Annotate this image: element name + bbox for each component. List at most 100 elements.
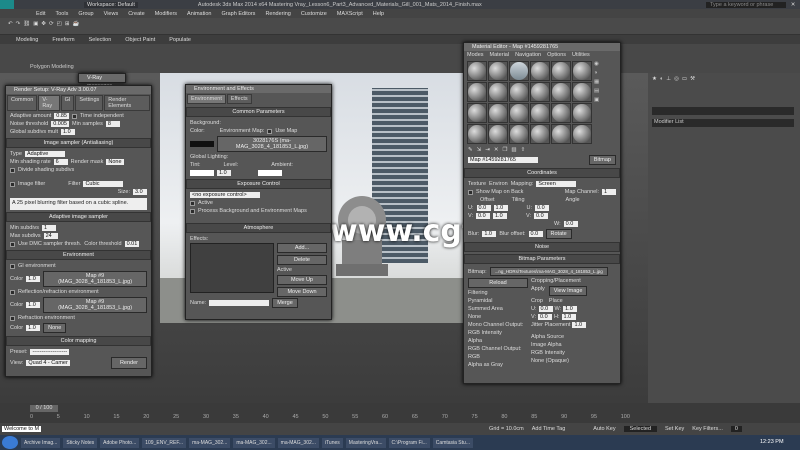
menu-item-help[interactable]: Help xyxy=(373,11,384,17)
color-mapping-section[interactable]: Color mapping xyxy=(6,336,151,346)
rotate-icon[interactable]: ⟳ xyxy=(49,21,54,27)
material-slot[interactable] xyxy=(572,82,592,102)
backlight-icon[interactable]: ◑ xyxy=(594,70,599,76)
exposure-select[interactable]: <no exposure control> xyxy=(190,192,260,198)
modify-tab-icon[interactable]: ◐ xyxy=(660,76,663,82)
min-subdivs-input[interactable]: 1 xyxy=(42,225,57,231)
divide-shading-checkbox[interactable] xyxy=(10,167,15,173)
filter-select[interactable]: Cubic xyxy=(83,181,124,187)
material-slot[interactable] xyxy=(488,82,508,102)
material-slot[interactable] xyxy=(530,82,550,102)
crop-radio[interactable]: Crop xyxy=(531,298,543,304)
global-subdivs-input[interactable]: 1.0 xyxy=(61,129,75,135)
frame-input[interactable]: 0 xyxy=(730,426,742,432)
refr-mult-input[interactable]: 1.0 xyxy=(26,325,41,331)
menu-item-group[interactable]: Group xyxy=(78,11,93,17)
max-subdivs-input[interactable]: 24 xyxy=(43,233,58,239)
bg-color-swatch[interactable] xyxy=(190,141,214,147)
adaptive-sampler-section[interactable]: Adaptive image sampler xyxy=(6,212,151,222)
image-filter-checkbox[interactable] xyxy=(10,181,15,187)
ribbon-tab-freeform[interactable]: Freeform xyxy=(52,37,74,43)
taskbar-item[interactable]: 109_ENV_REF... xyxy=(142,437,187,448)
noise-threshold-input[interactable]: 0.005 xyxy=(51,121,69,127)
environment-section[interactable]: Environment xyxy=(6,250,151,260)
selected-select[interactable]: Selected xyxy=(623,426,658,432)
refr-map-button[interactable]: None xyxy=(43,323,67,333)
map-channel-input[interactable]: 1 xyxy=(602,189,616,195)
delete-button[interactable]: Delete xyxy=(277,255,327,265)
pick-material-icon[interactable]: ✎ xyxy=(468,147,473,153)
ambient-swatch[interactable] xyxy=(258,170,282,176)
mat-menu-modes[interactable]: Modes xyxy=(467,52,484,58)
env-map-button[interactable]: 3028176S (ma-MAG_3028_4_181853_L.jpg) xyxy=(217,136,327,152)
material-slot[interactable] xyxy=(551,103,571,123)
material-slot[interactable] xyxy=(509,82,529,102)
rgb-intensity2-radio[interactable]: RGB Intensity xyxy=(531,350,616,356)
menu-item-maxscript[interactable]: MAXScript xyxy=(337,11,363,17)
blur-offset-input[interactable]: 0.0 xyxy=(528,231,543,237)
taskbar-item[interactable]: Archive Imag... xyxy=(21,437,61,448)
move-up-button[interactable]: Move Up xyxy=(277,275,327,285)
start-button-icon[interactable] xyxy=(2,436,18,449)
time-independent-checkbox[interactable] xyxy=(72,113,77,119)
material-slot[interactable] xyxy=(530,103,550,123)
effects-list[interactable] xyxy=(190,243,274,293)
u-offset-input[interactable]: 0.0 xyxy=(476,205,491,211)
place-radio[interactable]: Place xyxy=(549,298,563,304)
ribbon-tab-selection[interactable]: Selection xyxy=(89,37,112,43)
gi-map-button[interactable]: Map #9 (MAG_3028_4_181853_L.jpg) xyxy=(43,271,147,287)
texture-radio[interactable]: Texture xyxy=(468,181,486,187)
tab-gi[interactable]: GI xyxy=(60,95,75,111)
crop-v-input[interactable]: 0.0 xyxy=(538,314,552,320)
tab-environment[interactable]: Environment xyxy=(187,94,226,104)
u-tiling-input[interactable]: 1.0 xyxy=(493,205,508,211)
menu-item-animation[interactable]: Animation xyxy=(187,11,211,17)
maxscript-listener[interactable]: Welcome to M xyxy=(2,426,42,432)
crop-h-input[interactable]: 1.0 xyxy=(561,314,576,320)
display-tab-icon[interactable]: ▭ xyxy=(682,76,687,82)
snap-icon[interactable]: ⊞ xyxy=(65,21,70,27)
reload-button[interactable]: Reload xyxy=(468,278,528,288)
modifier-list-dropdown[interactable]: Modifier List xyxy=(652,119,794,127)
show-map-icon[interactable]: ▨ xyxy=(511,147,516,153)
move-icon[interactable]: ✥ xyxy=(41,21,46,27)
environ-radio[interactable]: Environ xyxy=(489,181,508,187)
material-slot[interactable] xyxy=(488,61,508,81)
v-angle-input[interactable]: 0.0 xyxy=(534,213,548,219)
mat-menu-utilities[interactable]: Utilities xyxy=(572,52,590,58)
reset-map-icon[interactable]: ✕ xyxy=(494,147,499,153)
none-opaque-radio[interactable]: None (Opaque) xyxy=(531,358,616,364)
tab-settings[interactable]: Settings xyxy=(75,95,104,111)
tab-effects[interactable]: Effects xyxy=(226,94,252,104)
material-slot[interactable] xyxy=(551,61,571,81)
sampler-type-select[interactable]: Adaptive xyxy=(24,151,65,157)
crop-u-input[interactable]: 0.0 xyxy=(538,306,553,312)
use-dmc-checkbox[interactable] xyxy=(10,241,15,247)
rotate-button[interactable]: Rotate xyxy=(545,229,572,239)
material-slot[interactable] xyxy=(467,103,487,123)
pyramidal-radio[interactable]: Pyramidal xyxy=(468,298,528,304)
active-checkbox[interactable] xyxy=(190,200,195,206)
coordinates-section[interactable]: Coordinates xyxy=(464,168,620,178)
material-slot[interactable] xyxy=(467,124,487,144)
bitmap-params-section[interactable]: Bitmap Parameters xyxy=(464,254,620,264)
w-angle-input[interactable]: 0.0 xyxy=(563,221,578,227)
render-button[interactable]: Render xyxy=(110,357,147,369)
menu-item-customize[interactable]: Customize xyxy=(301,11,327,17)
image-sampler-section[interactable]: Image sampler (Antialiasing) xyxy=(6,138,151,148)
uv-tiling-icon[interactable]: ▤ xyxy=(594,88,599,94)
mat-menu-options[interactable]: Options xyxy=(547,52,566,58)
menu-item-modifiers[interactable]: Modifiers xyxy=(155,11,177,17)
tint-swatch[interactable] xyxy=(190,170,214,176)
render-icon[interactable]: ☕ xyxy=(72,21,79,27)
material-slot[interactable] xyxy=(551,82,571,102)
apply-checkbox[interactable]: Apply xyxy=(531,286,545,296)
video-check-icon[interactable]: ▣ xyxy=(594,97,599,103)
map-type-button[interactable]: Bitmap xyxy=(588,155,616,165)
assign-material-icon[interactable]: ⇥ xyxy=(485,147,490,153)
put-material-icon[interactable]: ⇲ xyxy=(477,147,482,153)
adaptive-amount-input[interactable]: 0.85 xyxy=(54,113,69,119)
material-slot[interactable] xyxy=(467,82,487,102)
taskbar-item[interactable]: ma-MAG_302... xyxy=(189,437,231,448)
taskbar-item[interactable]: Adobe Photo... xyxy=(100,437,140,448)
